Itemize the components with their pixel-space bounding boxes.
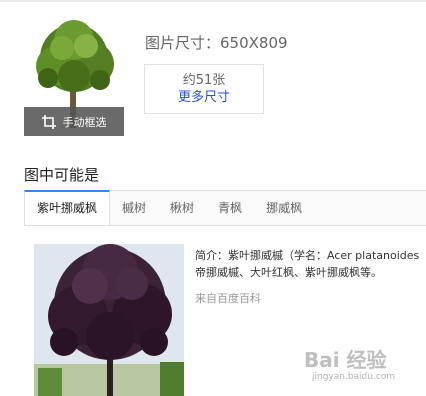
tab-maple[interactable]: 槭树 (110, 191, 158, 225)
watermark-sub: jingyan.baidu.com (312, 372, 396, 382)
watermark-text: Bai 经验 (304, 348, 387, 372)
description-line-2: 帝挪威槭、大叶红枫、紫叶挪威枫等。 (195, 266, 382, 279)
crop-button[interactable]: 手动框选 (24, 107, 124, 136)
tab-purple-norway-maple[interactable]: 紫叶挪威枫 (24, 190, 111, 225)
result-tabs: 紫叶挪威枫 槭树 楸树 青枫 挪威枫 (24, 190, 426, 226)
watermark: Bai 经验 jingyan.baidu.com (304, 344, 422, 390)
result-image[interactable] (34, 244, 184, 396)
tab-green-maple[interactable]: 青枫 (206, 191, 254, 225)
tab-catalpa[interactable]: 楸树 (158, 191, 206, 225)
description-line-1: 简介：紫叶挪威槭（学名：Acer platanoides (195, 249, 420, 262)
crop-icon (41, 114, 56, 129)
more-sizes-box[interactable]: 约51张 更多尺寸 (144, 64, 264, 114)
result-description: 简介：紫叶挪威槭（学名：Acer platanoides 帝挪威槭、大叶红枫、紫… (195, 247, 426, 281)
more-sizes-link[interactable]: 更多尺寸 (145, 90, 263, 106)
tab-norway-maple[interactable]: 挪威枫 (254, 191, 314, 225)
top-divider (0, 0, 426, 2)
source-label: 来自百度百科 (195, 292, 261, 305)
section-title: 图中可能是 (24, 166, 100, 184)
image-size-label: 图片尺寸：650X809 (145, 34, 288, 52)
size-count: 约51张 (182, 73, 226, 88)
crop-button-label: 手动框选 (62, 115, 107, 129)
